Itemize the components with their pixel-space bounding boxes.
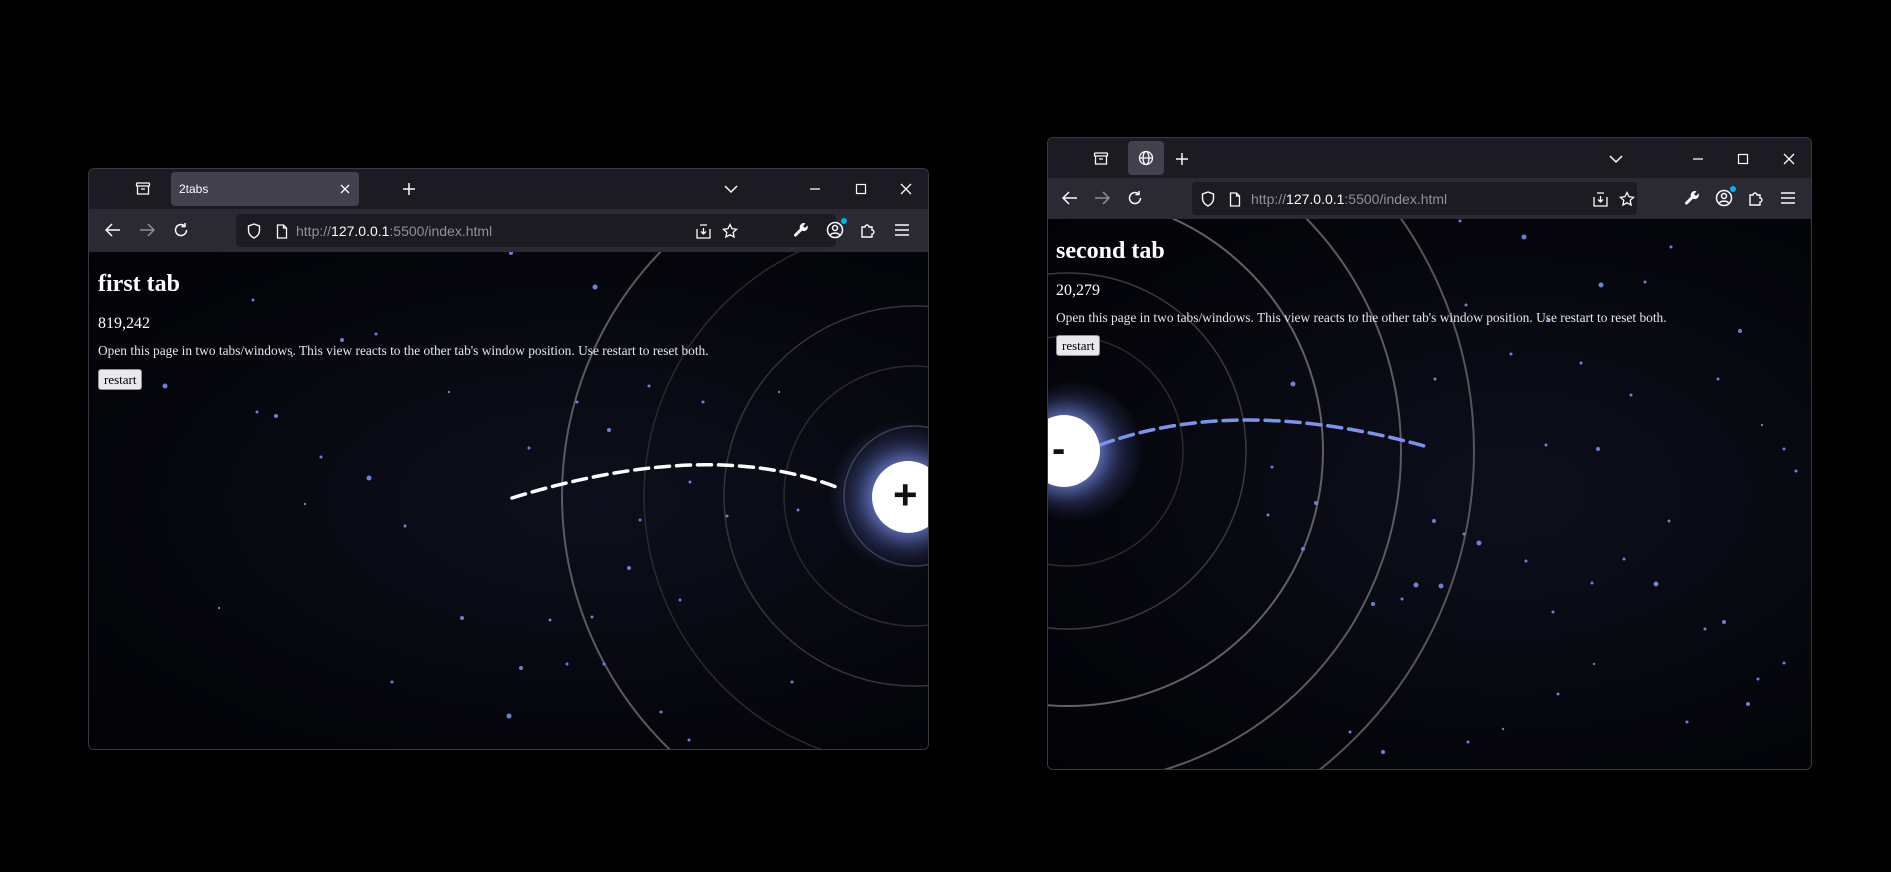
counter-value: 20,279 [1056, 282, 1100, 299]
page-content: first tab 819,242 Open this page in two … [89, 252, 928, 749]
notification-dot [841, 218, 847, 224]
tab-strip [1048, 138, 1811, 178]
tab-pinned[interactable] [1128, 141, 1164, 175]
new-tab-icon[interactable] [1172, 149, 1192, 169]
page-icon [272, 221, 292, 241]
maximize-icon[interactable] [1733, 149, 1753, 169]
starfield-background [1048, 219, 1798, 769]
close-window-icon[interactable] [1779, 149, 1799, 169]
shield-icon[interactable] [244, 221, 264, 241]
tab-2tabs[interactable]: 2tabs [171, 172, 359, 206]
save-page-icon[interactable] [693, 221, 713, 241]
page-title: second tab [1056, 238, 1165, 264]
url-text: http://127.0.0.1:5500/index.html [1251, 191, 1448, 207]
page-content: second tab 20,279 Open this page in two … [1048, 219, 1811, 769]
wrench-icon[interactable] [1682, 188, 1702, 208]
minus-symbol: - [1052, 427, 1066, 471]
forward-icon[interactable] [137, 220, 157, 240]
account-icon[interactable] [825, 218, 847, 240]
browser-window-second: http://127.0.0.1:5500/index.html second … [1047, 137, 1812, 770]
back-icon[interactable] [103, 220, 123, 240]
extensions-icon[interactable] [858, 220, 878, 240]
close-window-icon[interactable] [896, 179, 916, 199]
firefox-view-icon[interactable] [133, 179, 153, 199]
maximize-icon[interactable] [851, 179, 871, 199]
forward-icon[interactable] [1092, 188, 1112, 208]
connection-beam [1098, 418, 1430, 449]
firefox-view-icon[interactable] [1091, 149, 1111, 169]
stars [1266, 219, 1798, 754]
wrench-icon[interactable] [791, 220, 811, 240]
minimize-icon[interactable] [805, 179, 825, 199]
description-text: Open this page in two tabs/windows. This… [98, 343, 709, 358]
starfield-background [162, 252, 928, 749]
notification-dot [1730, 186, 1736, 192]
restart-button[interactable]: restart [98, 369, 143, 390]
address-bar[interactable]: http://127.0.0.1:5500/index.html [236, 214, 836, 247]
navigation-toolbar: http://127.0.0.1:5500/index.html [1048, 178, 1811, 219]
description-text: Open this page in two tabs/windows. This… [1056, 310, 1667, 325]
list-all-tabs-icon[interactable] [721, 179, 741, 199]
list-all-tabs-icon[interactable] [1606, 149, 1626, 169]
plus-symbol: + [893, 471, 918, 518]
url-text: http://127.0.0.1:5500/index.html [296, 223, 493, 239]
bookmark-star-icon[interactable] [1617, 189, 1637, 209]
shield-icon[interactable] [1198, 189, 1218, 209]
reload-icon[interactable] [1125, 188, 1145, 208]
tab-title: 2tabs [179, 182, 209, 196]
account-icon[interactable] [1714, 186, 1736, 208]
tab-strip: 2tabs [89, 169, 928, 209]
menu-icon[interactable] [892, 220, 912, 240]
close-tab-icon[interactable] [335, 179, 355, 199]
extensions-icon[interactable] [1746, 188, 1766, 208]
back-icon[interactable] [1060, 188, 1080, 208]
bookmark-star-icon[interactable] [720, 221, 740, 241]
restart-button[interactable]: restart [1056, 335, 1101, 356]
minimize-icon[interactable] [1688, 149, 1708, 169]
reload-icon[interactable] [171, 220, 191, 240]
menu-icon[interactable] [1778, 188, 1798, 208]
counter-value: 819,242 [98, 315, 150, 332]
page-icon [1225, 189, 1245, 209]
new-tab-icon[interactable] [399, 179, 419, 199]
save-page-icon[interactable] [1590, 189, 1610, 209]
globe-icon [1136, 148, 1156, 168]
browser-window-first: 2tabs http://127.0.0.1:5500/index.html f… [88, 168, 929, 750]
navigation-toolbar: http://127.0.0.1:5500/index.html [89, 209, 928, 252]
page-title: first tab [98, 271, 180, 297]
address-bar[interactable]: http://127.0.0.1:5500/index.html [1192, 182, 1637, 215]
